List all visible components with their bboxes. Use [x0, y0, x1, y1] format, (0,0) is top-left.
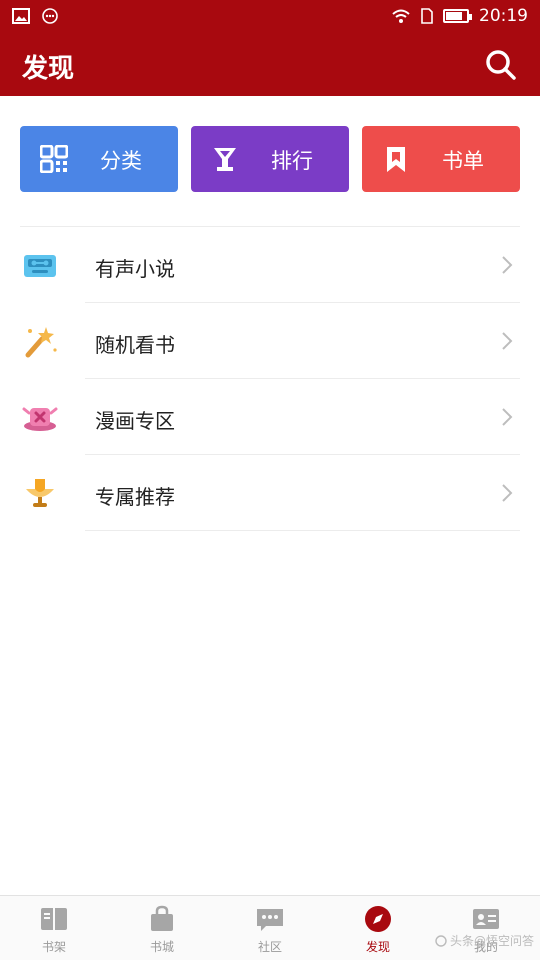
ranking-label: 排行: [271, 149, 313, 173]
image-icon: [12, 8, 30, 24]
menu-item-label: 有声小说: [95, 257, 175, 281]
tab-community[interactable]: 社区: [216, 896, 324, 960]
tab-profile[interactable]: 我的: [432, 896, 540, 960]
chat-bubble-icon: [257, 909, 283, 931]
chevron-right-icon: [502, 484, 513, 502]
bookshelf-icon: [41, 908, 67, 930]
tab-label: 社区: [257, 940, 282, 954]
award-lamp-icon: [26, 479, 54, 507]
watermark-text: 头条@悟空问答: [449, 934, 534, 948]
trophy-cup-icon: [214, 148, 236, 171]
menu-item-audio-novels[interactable]: 有声小说: [0, 227, 540, 303]
status-bar: 20:19: [0, 0, 540, 34]
menu-item-label: 专属推荐: [95, 485, 175, 509]
wifi-icon: [392, 9, 410, 23]
page-title: 发现: [22, 54, 75, 84]
booklist-button[interactable]: 书单: [362, 126, 520, 192]
shopping-bag-icon: [151, 905, 173, 931]
comic-hat-icon: [22, 407, 58, 431]
bookmark-icon: [387, 147, 405, 172]
search-button[interactable]: [484, 48, 518, 82]
status-right-icons: 20:19: [391, 6, 528, 26]
tab-bookstore[interactable]: 书城: [108, 896, 216, 960]
message-icon: [42, 8, 58, 24]
search-icon: [486, 50, 516, 80]
divider: [85, 530, 520, 531]
ranking-button[interactable]: 排行: [191, 126, 349, 192]
quick-actions: 分类 排行 书单: [20, 126, 520, 192]
chevron-right-icon: [502, 256, 513, 274]
status-time: 20:19: [479, 6, 528, 26]
booklist-label: 书单: [442, 149, 484, 173]
category-button[interactable]: 分类: [20, 126, 178, 192]
chevron-right-icon: [502, 332, 513, 350]
menu-item-comics[interactable]: 漫画专区: [0, 379, 540, 455]
menu-item-random-read[interactable]: 随机看书: [0, 303, 540, 379]
compass-icon: [365, 906, 391, 932]
magic-wand-icon: [25, 327, 57, 358]
sim-icon: [421, 8, 433, 24]
watermark-logo-icon: [435, 934, 447, 947]
profile-card-icon: [473, 909, 499, 929]
grid-icon: [40, 145, 68, 173]
tab-label: 书城: [149, 940, 174, 954]
category-label: 分类: [100, 149, 142, 173]
chevron-right-icon: [502, 408, 513, 426]
menu-item-recommend[interactable]: 专属推荐: [0, 455, 540, 531]
menu-item-label: 随机看书: [95, 333, 175, 357]
tab-bookshelf[interactable]: 书架: [0, 896, 108, 960]
tab-discover[interactable]: 发现: [324, 896, 432, 960]
tab-label: 书架: [41, 940, 66, 954]
bottom-nav: 书架 书城 社区 发现 我的 头条@悟空问答: [0, 895, 540, 960]
tab-label: 发现: [365, 940, 390, 954]
app-header: 发现: [0, 34, 540, 96]
menu-item-label: 漫画专区: [95, 409, 175, 433]
audio-radio-icon: [24, 255, 56, 277]
battery-icon: [443, 9, 472, 23]
watermark: 头条@悟空问答: [435, 932, 534, 949]
status-left-icons: [12, 8, 58, 24]
